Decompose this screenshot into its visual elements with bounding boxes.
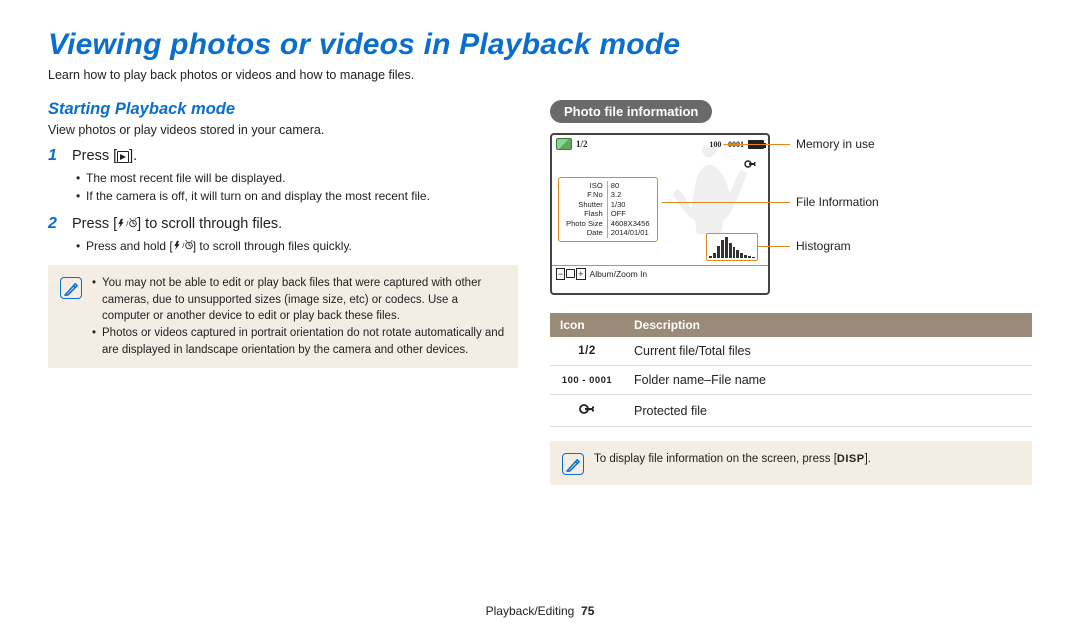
annot-label: File Information (796, 195, 879, 209)
step-2-post: ] to scroll through files. (137, 216, 282, 232)
note-icon (60, 277, 82, 299)
info-val: 4608X3456 (607, 219, 652, 228)
info-key: F.No (563, 190, 607, 199)
bullet: The most recent file will be displayed. (76, 169, 518, 187)
disp-key: DISP (837, 453, 865, 465)
desc-cell: Folder name–File name (624, 366, 1032, 395)
info-val: OFF (607, 209, 652, 218)
th-desc: Description (624, 313, 1032, 337)
table-row: 1/2 Current file/Total files (550, 337, 1032, 366)
annot-label: Histogram (796, 239, 851, 253)
lcd-body: ISO80 F.No3.2 Shutter1/30 FlashOFF Photo… (556, 153, 764, 265)
columns: Starting Playback mode View photos or pl… (48, 100, 1032, 485)
step-2-text: Press [ / ] to scroll through files. (72, 216, 282, 232)
icon-cell: 100 - 0001 (550, 366, 624, 395)
column-left: Starting Playback mode View photos or pl… (48, 100, 518, 485)
icon-description-table: Icon Description 1/2 Current file/Total … (550, 313, 1032, 427)
info-key: Photo Size (563, 219, 607, 228)
tip-text: To display file information on the scree… (594, 451, 871, 475)
svg-text:/: / (182, 241, 185, 250)
note-item: You may not be able to edit or play back… (92, 275, 506, 325)
page-footer: Playback/Editing 75 (0, 604, 1080, 618)
lcd-screen: 1/2 100 - 0001 (550, 133, 770, 295)
info-val: 80 (607, 181, 652, 190)
lcd-bottom-bar: −+ Album/Zoom In (552, 265, 768, 281)
step-1-bullets: The most recent file will be displayed. … (76, 169, 518, 205)
bullet: If the camera is off, it will turn on an… (76, 187, 518, 205)
annot-label: Memory in use (796, 137, 875, 151)
annotation-fileinfo: File Information (796, 195, 879, 209)
page: Viewing photos or videos in Playback mod… (0, 0, 1080, 630)
lcd-diagram: 1/2 100 - 0001 (550, 133, 1032, 303)
desc-cell: Protected file (624, 395, 1032, 427)
note-item: Photos or videos captured in portrait or… (92, 325, 506, 358)
histogram-box (706, 233, 758, 261)
intro-text: View photos or play videos stored in you… (48, 123, 518, 137)
annotation-memory: Memory in use (796, 137, 875, 151)
icon-cell-lock (550, 395, 624, 427)
column-right: Photo file information 1/2 100 - 0001 (550, 100, 1032, 485)
th-icon: Icon (550, 313, 624, 337)
step-1-text: Press []. (72, 148, 137, 164)
note-icon (562, 453, 584, 475)
info-val: 1/30 (607, 200, 652, 209)
lead-paragraph: Learn how to play back photos or videos … (48, 68, 1032, 82)
section-pill: Photo file information (550, 100, 712, 123)
step-2: 2 Press [ / ] to scroll through files. (48, 215, 518, 233)
footer-page: 75 (581, 604, 594, 618)
zoom-label: Album/Zoom In (590, 269, 648, 279)
photo-icon (556, 138, 572, 150)
step-1-post: ]. (129, 148, 137, 164)
b-pre: Press and hold [ (86, 239, 173, 253)
tip-box: To display file information on the scree… (550, 441, 1032, 485)
svg-text:/: / (126, 219, 129, 228)
subheading: Starting Playback mode (48, 100, 518, 119)
step-number: 2 (48, 215, 62, 233)
annotation-histogram: Histogram (796, 239, 851, 253)
note-box: You may not be able to edit or play back… (48, 265, 518, 368)
flash-timer-icon: / (173, 239, 193, 252)
info-key: Date (563, 228, 607, 237)
zoom-icon: −+ (556, 268, 586, 280)
step-1: 1 Press []. (48, 147, 518, 165)
step-number: 1 (48, 147, 62, 165)
b-post: ] to scroll through files quickly. (193, 239, 352, 253)
footer-section: Playback/Editing (486, 604, 575, 618)
step-1-pre: Press [ (72, 148, 117, 164)
tip-post: ]. (865, 453, 871, 465)
info-val: 3.2 (607, 190, 652, 199)
lock-icon (579, 402, 595, 416)
file-counter: 1/2 (576, 139, 588, 149)
tip-pre: To display file information on the scree… (594, 453, 837, 465)
file-info-box: ISO80 F.No3.2 Shutter1/30 FlashOFF Photo… (558, 177, 658, 242)
table-row: Protected file (550, 395, 1032, 427)
info-val: 2014/01/01 (607, 228, 652, 237)
page-title: Viewing photos or videos in Playback mod… (48, 28, 1032, 62)
table-row: 100 - 0001 Folder name–File name (550, 366, 1032, 395)
info-key: Flash (563, 209, 607, 218)
flash-timer-icon: / (117, 217, 137, 230)
playback-key-icon (117, 151, 129, 163)
icon-cell: 1/2 (550, 337, 624, 366)
desc-cell: Current file/Total files (624, 337, 1032, 366)
step-2-pre: Press [ (72, 216, 117, 232)
bullet: Press and hold [ / ] to scroll through fil… (76, 237, 518, 255)
info-key: Shutter (563, 200, 607, 209)
figure-silhouette (664, 147, 754, 243)
note-list: You may not be able to edit or play back… (92, 275, 506, 358)
info-key: ISO (563, 181, 607, 190)
step-2-bullets: Press and hold [ / ] to scroll through fil… (76, 237, 518, 255)
